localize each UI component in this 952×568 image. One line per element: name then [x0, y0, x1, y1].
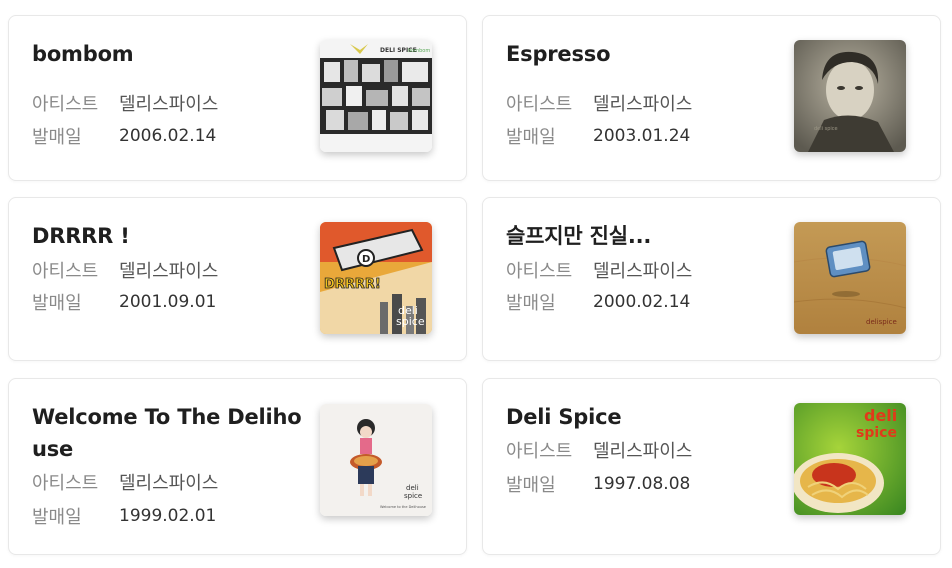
artist-label: 아티스트	[32, 94, 99, 115]
artist-row: 아티스트 델리스파이스	[32, 469, 218, 495]
release-label: 발매일	[506, 127, 556, 148]
release-label: 발매일	[506, 475, 556, 496]
cover-text: deli	[406, 484, 419, 492]
cover-text: spice	[856, 425, 897, 441]
release-date: 2000.02.14	[593, 292, 691, 312]
album-title[interactable]: bombom	[32, 38, 134, 70]
cover-text: spice	[404, 492, 422, 500]
release-row: 발매일 2006.02.14	[32, 123, 216, 149]
release-label: 발매일	[506, 293, 556, 314]
release-date: 2001.09.01	[119, 292, 217, 312]
release-label: 발매일	[32, 293, 82, 314]
album-card[interactable]: Espresso 아티스트 델리스파이스 발매일 2003.01.24 deli…	[482, 15, 941, 181]
artist-value[interactable]: 델리스파이스	[119, 469, 218, 495]
artist-label: 아티스트	[506, 441, 573, 462]
release-date: 2006.02.14	[119, 126, 217, 146]
artist-row: 아티스트 델리스파이스	[32, 257, 218, 283]
release-row: 발매일 2001.09.01	[32, 289, 216, 315]
cover-text: deli spice	[814, 126, 838, 132]
cover-text: spice	[396, 315, 425, 328]
release-row: 발매일 2000.02.14	[506, 289, 690, 315]
release-date: 1999.02.01	[119, 506, 217, 526]
album-cover[interactable]: delispice	[794, 222, 906, 334]
artist-value[interactable]: 델리스파이스	[593, 90, 692, 116]
release-row: 발매일 2003.01.24	[506, 123, 690, 149]
album-card[interactable]: Deli Spice 아티스트 델리스파이스 발매일 1997.08.08 de…	[482, 378, 941, 555]
cover-text: Welcome to the Delihouse	[380, 505, 426, 509]
cover-text: delispice	[866, 318, 897, 326]
artist-row: 아티스트 델리스파이스	[506, 437, 692, 463]
album-cover[interactable]: deli spice	[794, 40, 906, 152]
release-label: 발매일	[32, 127, 82, 148]
artist-label: 아티스트	[32, 261, 99, 282]
artist-label: 아티스트	[506, 94, 573, 115]
release-date: 2003.01.24	[593, 126, 691, 146]
release-row: 발매일 1997.08.08	[506, 471, 690, 497]
cover-text: bombom	[408, 48, 430, 54]
album-title[interactable]: 슬프지만 진실...	[506, 220, 651, 252]
album-title[interactable]: DRRRR !	[32, 220, 130, 252]
cover-text: D	[362, 254, 370, 265]
cover-text: DRRRR!	[324, 277, 381, 292]
album-cover[interactable]: deli spice Welcome to the Delihouse	[320, 404, 432, 516]
release-row: 발매일 1999.02.01	[32, 503, 216, 529]
album-card[interactable]: DRRRR ! 아티스트 델리스파이스 발매일 2001.09.01 D DRR…	[8, 197, 467, 361]
album-cover[interactable]: D DRRRR! deli spice	[320, 222, 432, 334]
release-date: 1997.08.08	[593, 474, 691, 494]
artist-label: 아티스트	[506, 261, 573, 282]
release-label: 발매일	[32, 507, 82, 528]
album-title[interactable]: Welcome To The Delihouse	[32, 401, 307, 465]
artist-value[interactable]: 델리스파이스	[593, 257, 692, 283]
artist-row: 아티스트 델리스파이스	[32, 90, 218, 116]
artist-value[interactable]: 델리스파이스	[593, 437, 692, 463]
album-cover[interactable]: deli spice	[794, 403, 906, 515]
album-card[interactable]: Welcome To The Delihouse 아티스트 델리스파이스 발매일…	[8, 378, 467, 555]
artist-label: 아티스트	[32, 473, 99, 494]
album-card[interactable]: 슬프지만 진실... 아티스트 델리스파이스 발매일 2000.02.14 de…	[482, 197, 941, 361]
album-title[interactable]: Espresso	[506, 38, 611, 70]
artist-value[interactable]: 델리스파이스	[119, 90, 218, 116]
artist-value[interactable]: 델리스파이스	[119, 257, 218, 283]
album-card[interactable]: bombom 아티스트 델리스파이스 발매일 2006.02.14 DELI S…	[8, 15, 467, 181]
artist-row: 아티스트 델리스파이스	[506, 257, 692, 283]
album-cover[interactable]: DELI SPICE bombom	[320, 40, 432, 152]
cover-text: deli	[864, 406, 897, 425]
album-title[interactable]: Deli Spice	[506, 401, 622, 433]
artist-row: 아티스트 델리스파이스	[506, 90, 692, 116]
